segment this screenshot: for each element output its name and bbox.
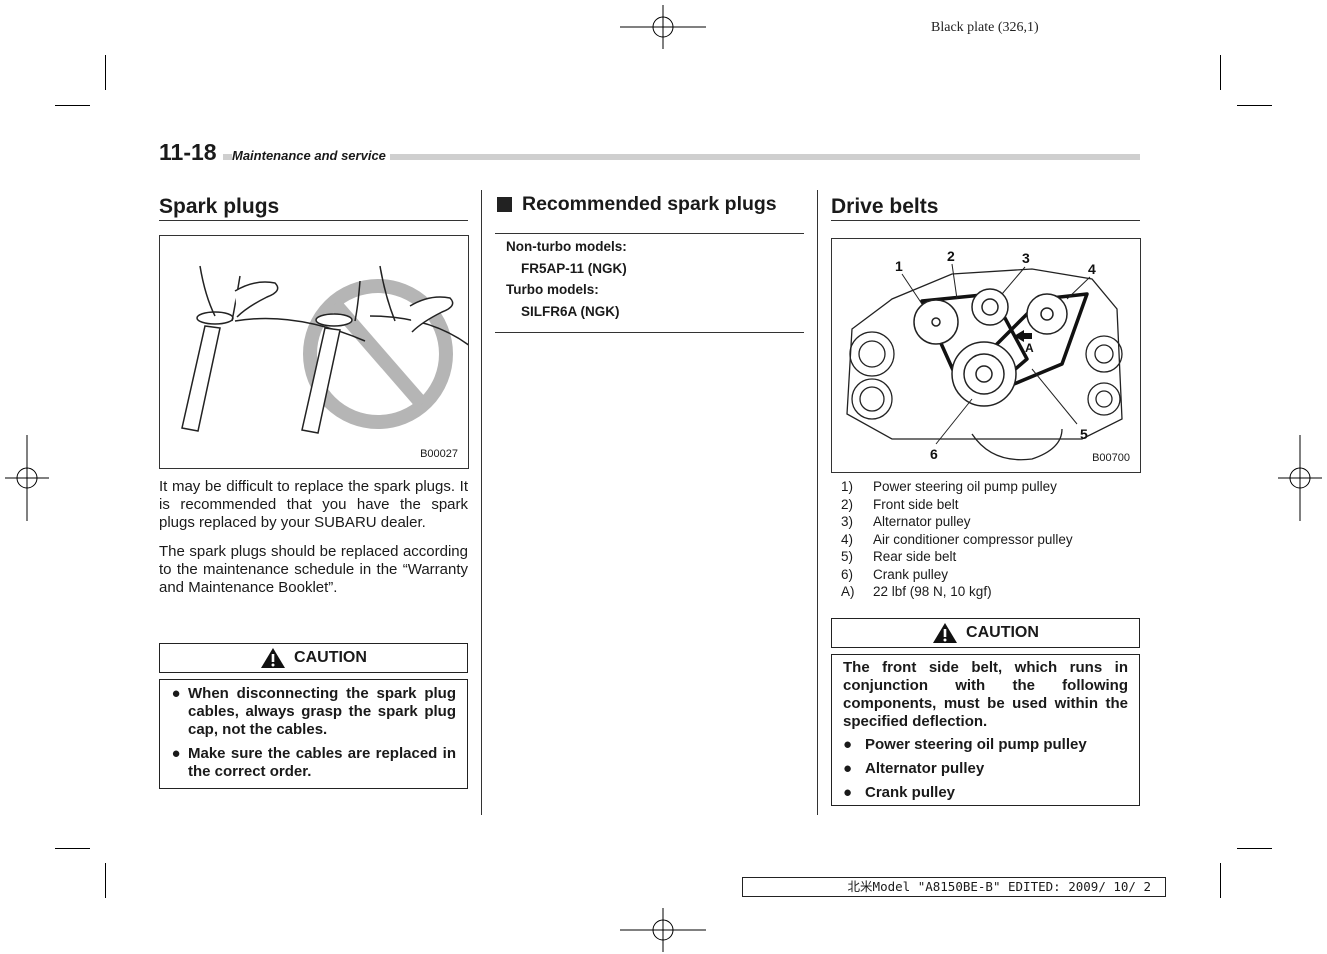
legend-item: 5) Rear side belt [841, 549, 957, 564]
callout-a: A [1025, 341, 1034, 355]
caution-header: CAUTION [831, 618, 1140, 648]
spec-value: SILFR6A (NGK) [521, 303, 620, 319]
callout-3: 3 [1022, 250, 1030, 266]
caution-item: ● Crank pulley [843, 784, 956, 801]
callout-5: 5 [1080, 426, 1088, 442]
caution-box: The front side belt, which runs in conju… [831, 654, 1140, 806]
caution-item: ● Make sure the cables are replaced in th… [171, 745, 456, 780]
legend-item: 6) Crank pulley [841, 566, 949, 582]
drive-belts-heading: Drive belts [831, 195, 939, 218]
caution-label: CAUTION [294, 649, 367, 666]
spark-plugs-body: It may be difficult to replace the spark… [159, 478, 468, 608]
legend-item: A) 22 lbf (98 N, 10 kgf) [841, 584, 992, 599]
spec-label: Non-turbo models: [506, 239, 627, 254]
column-divider [481, 190, 482, 815]
legend-item: 2) Front side belt [841, 496, 959, 512]
caution-item: ● Power steering oil pump pulley [843, 736, 1087, 753]
engine-belt-illustration: 1 2 3 4 5 6 A [846, 248, 1123, 462]
caution-item: ● Alternator pulley [843, 760, 985, 777]
caution-box: ● When disconnecting the spark plug cable… [159, 679, 468, 789]
spec-label: Turbo models: [506, 282, 599, 297]
spark-plugs-heading: Spark plugs [159, 195, 280, 218]
recommended-heading: Recommended spark plugs [497, 191, 777, 217]
callout-2: 2 [947, 248, 955, 264]
heading-rule [831, 220, 1140, 221]
paragraph: It may be difficult to replace the spark… [159, 478, 468, 531]
column-divider [817, 190, 818, 815]
spark-plug-illustration [181, 265, 468, 434]
caution-item: ● When disconnecting the spark plug cable… [171, 685, 456, 738]
caution-label: CAUTION [966, 624, 1039, 641]
spark-plug-spec-table: Non-turbo models: FR5AP-11 (NGK) Turbo m… [506, 236, 627, 322]
legend-item: 4) Air conditioner compressor pulley [841, 531, 1073, 547]
spec-value: FR5AP-11 (NGK) [521, 260, 627, 276]
warning-triangle-icon [261, 648, 286, 668]
paragraph: The spark plugs should be replaced accor… [159, 543, 468, 596]
callout-4: 4 [1088, 261, 1096, 277]
edition-footer: 北米Model "A8150BE-B" EDITED: 2009/ 10/ 2 [742, 877, 1166, 897]
caution-intro: The front side belt, which runs in conju… [843, 659, 1128, 730]
plate-label: Black plate (326,1) [931, 20, 1039, 35]
figure-code: B00700 [1092, 452, 1130, 464]
page-number: 11-18 [159, 139, 223, 165]
square-bullet-icon [497, 196, 512, 212]
figure-code: B00027 [420, 448, 458, 460]
legend-item: 3) Alternator pulley [841, 514, 971, 529]
warning-triangle-icon [933, 623, 958, 643]
drive-belt-figure: 1 2 3 4 5 6 A B00700 [831, 238, 1141, 473]
heading-rule [159, 220, 468, 221]
caution-header: CAUTION [159, 643, 468, 673]
callout-6: 6 [930, 446, 938, 462]
callout-1: 1 [895, 258, 903, 274]
legend-item: 1) Power steering oil pump pulley [841, 479, 1057, 494]
spark-plug-figure: B00027 [159, 235, 469, 469]
table-rule-top [495, 233, 804, 234]
figure-legend: 1) Power steering oil pump pulley 2) Front… [841, 478, 1073, 601]
section-title: Maintenance and service [232, 148, 390, 164]
table-rule-bottom [495, 332, 804, 333]
